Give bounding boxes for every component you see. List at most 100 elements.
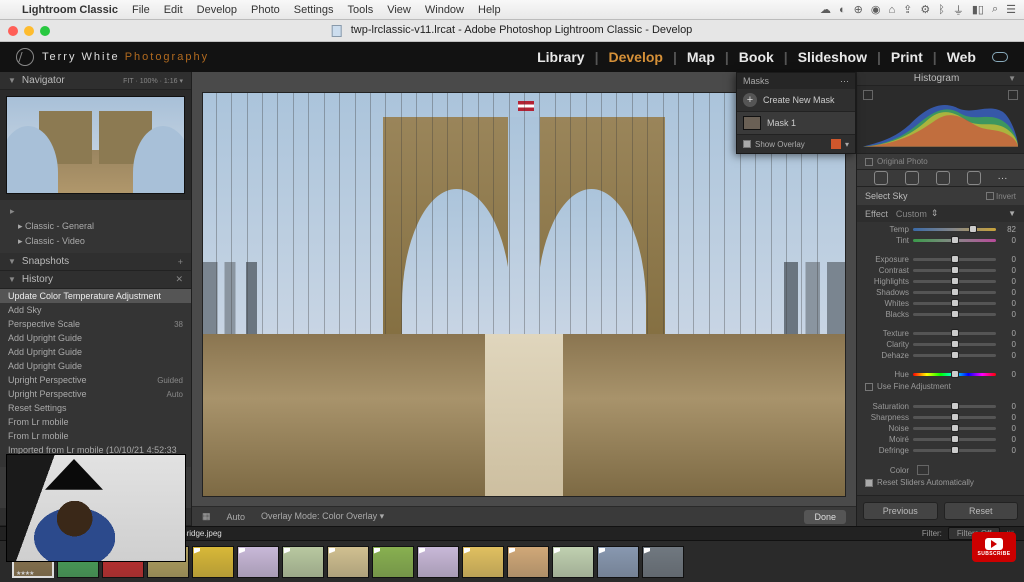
fine-adjustment-toggle[interactable]: Use Fine Adjustment: [865, 380, 1016, 393]
filmstrip-thumb[interactable]: [462, 546, 504, 578]
wifi-icon[interactable]: ⏚: [953, 2, 964, 18]
menu-photo[interactable]: Photo: [251, 4, 280, 16]
effect-header[interactable]: EffectCustom ⇕▼: [857, 205, 1024, 222]
create-mask-button[interactable]: + Create New Mask: [737, 89, 855, 112]
slider-whites[interactable]: Whites0: [865, 298, 1016, 309]
status-icon[interactable]: ◐: [839, 4, 846, 16]
maximize-window[interactable]: [40, 26, 50, 36]
slider-exposure[interactable]: Exposure0: [865, 254, 1016, 265]
slider-shadows[interactable]: Shadows0: [865, 287, 1016, 298]
slider-saturation[interactable]: Saturation0: [865, 401, 1016, 412]
nav-zoom[interactable]: FIT · 100% · 1:16 ▾: [123, 77, 183, 85]
status-icon[interactable]: ⚙: [920, 3, 930, 16]
filmstrip-thumb[interactable]: [642, 546, 684, 578]
menu-settings[interactable]: Settings: [294, 4, 334, 16]
status-icon[interactable]: ⌂: [888, 4, 895, 16]
cloud-sync-icon[interactable]: [992, 52, 1008, 62]
slider-tint[interactable]: Tint0: [865, 235, 1016, 246]
show-overlay-toggle[interactable]: Show Overlay ▾: [737, 135, 855, 153]
slider-sharpness[interactable]: Sharpness0: [865, 412, 1016, 423]
history-item[interactable]: From Lr mobile: [0, 429, 191, 443]
history-item[interactable]: Add Sky: [0, 303, 191, 317]
snapshots-header[interactable]: ▼Snapshots+: [0, 253, 191, 271]
filmstrip-thumb[interactable]: [372, 546, 414, 578]
linear-gradient-icon[interactable]: [905, 171, 919, 185]
reset-auto-toggle[interactable]: Reset Sliders Automatically: [865, 476, 1016, 489]
slider-defringe[interactable]: Defringe0: [865, 445, 1016, 456]
menu-tools[interactable]: Tools: [348, 4, 374, 16]
slider-noise[interactable]: Noise0: [865, 423, 1016, 434]
slider-clarity[interactable]: Clarity0: [865, 339, 1016, 350]
slider-hue[interactable]: Hue 0: [865, 369, 1016, 380]
previous-button[interactable]: Previous: [863, 502, 938, 520]
filmstrip-thumb[interactable]: [237, 546, 279, 578]
status-icon[interactable]: ⊕: [854, 3, 863, 16]
search-icon[interactable]: ⌕: [992, 3, 998, 16]
slider-dehaze[interactable]: Dehaze0: [865, 350, 1016, 361]
module-print[interactable]: Print: [891, 49, 923, 65]
menu-view[interactable]: View: [387, 4, 411, 16]
menu-help[interactable]: Help: [478, 4, 501, 16]
overlay-mode-select[interactable]: Color Overlay: [322, 511, 377, 521]
filmstrip-thumb[interactable]: [552, 546, 594, 578]
navigator-header[interactable]: ▼ Navigator FIT · 100% · 1:16 ▾: [0, 72, 191, 90]
mask-subject-row[interactable]: Select Sky Invert: [857, 187, 1024, 205]
filmstrip-thumb[interactable]: [507, 546, 549, 578]
close-window[interactable]: [8, 26, 18, 36]
reset-button[interactable]: Reset: [944, 502, 1019, 520]
menu-window[interactable]: Window: [425, 4, 464, 16]
filmstrip-thumb[interactable]: [597, 546, 639, 578]
loupe-view-icon[interactable]: ▦: [202, 511, 211, 522]
history-header[interactable]: ▼History✕: [0, 271, 191, 289]
masks-panel[interactable]: Masks⋯ + Create New Mask Mask 1 Show Ove…: [736, 72, 856, 154]
slider-blacks[interactable]: Blacks0: [865, 309, 1016, 320]
history-item[interactable]: Add Upright Guide: [0, 331, 191, 345]
slider-texture[interactable]: Texture0: [865, 328, 1016, 339]
status-icon[interactable]: ⇪: [903, 3, 912, 16]
module-library[interactable]: Library: [537, 49, 584, 65]
filmstrip-thumb[interactable]: [327, 546, 369, 578]
status-icon[interactable]: ᛒ: [938, 4, 945, 16]
original-photo-toggle[interactable]: Original Photo: [857, 153, 1024, 169]
slider-highlights[interactable]: Highlights0: [865, 276, 1016, 287]
toolbar-auto[interactable]: Auto: [227, 512, 246, 522]
history-item[interactable]: Perspective Scale38: [0, 317, 191, 331]
history-item[interactable]: Upright PerspectiveGuided: [0, 373, 191, 387]
control-center-icon[interactable]: ☰: [1006, 3, 1016, 16]
clip-shadow-icon[interactable]: [863, 90, 873, 100]
module-map[interactable]: Map: [687, 49, 715, 65]
module-slideshow[interactable]: Slideshow: [798, 49, 867, 65]
module-book[interactable]: Book: [739, 49, 774, 65]
status-icon[interactable]: ◉: [871, 3, 881, 16]
history-item[interactable]: Add Upright Guide: [0, 359, 191, 373]
module-web[interactable]: Web: [947, 49, 976, 65]
menu-app[interactable]: Lightroom Classic: [22, 4, 118, 16]
history-item[interactable]: Add Upright Guide: [0, 345, 191, 359]
preset-item[interactable]: ▸ Classic - General: [0, 219, 191, 234]
menu-edit[interactable]: Edit: [164, 4, 183, 16]
preset-item[interactable]: ▸ Classic - Video: [0, 234, 191, 249]
navigator-preview[interactable]: [0, 90, 191, 200]
battery-icon[interactable]: ▮▯: [972, 3, 984, 16]
menu-develop[interactable]: Develop: [197, 4, 237, 16]
slider-temp[interactable]: Temp82: [865, 224, 1016, 235]
module-develop[interactable]: Develop: [608, 49, 662, 65]
radial-gradient-icon[interactable]: [936, 171, 950, 185]
status-icon[interactable]: ☁: [820, 3, 831, 16]
history-item[interactable]: Upright PerspectiveAuto: [0, 387, 191, 401]
filmstrip-thumb[interactable]: [192, 546, 234, 578]
menu-file[interactable]: File: [132, 4, 150, 16]
history-item[interactable]: Reset Settings: [0, 401, 191, 415]
filmstrip-thumb[interactable]: [417, 546, 459, 578]
mask-item[interactable]: Mask 1: [737, 112, 855, 135]
histogram-header[interactable]: Histogram▼: [857, 72, 1024, 86]
history-item[interactable]: Update Color Temperature Adjustment: [0, 289, 191, 303]
minimize-window[interactable]: [24, 26, 34, 36]
clip-highlight-icon[interactable]: [1008, 90, 1018, 100]
filmstrip-thumb[interactable]: [282, 546, 324, 578]
color-swatch[interactable]: [917, 465, 929, 475]
history-item[interactable]: From Lr mobile: [0, 415, 191, 429]
color-swatch-row[interactable]: Color: [865, 464, 1016, 476]
more-icon[interactable]: ···: [998, 173, 1008, 184]
histogram[interactable]: [857, 86, 1024, 153]
